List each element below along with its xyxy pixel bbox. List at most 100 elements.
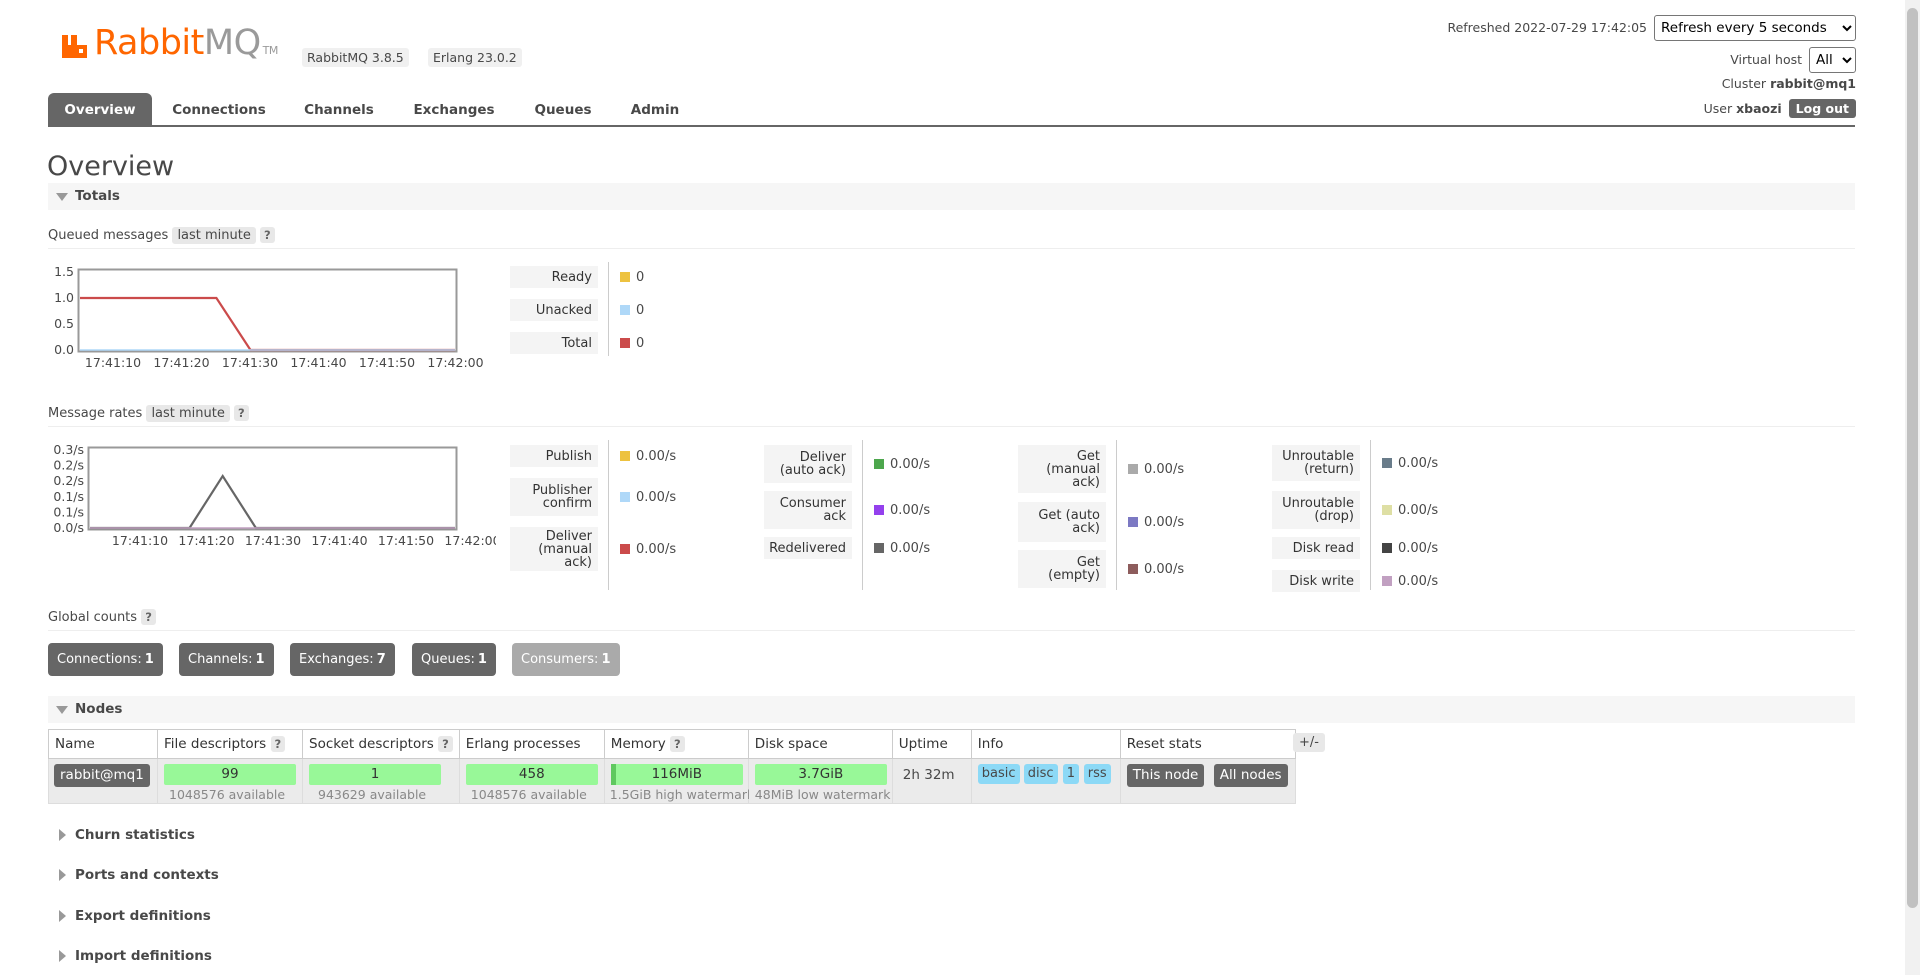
legend-value-text: 0.00/s: [636, 541, 677, 557]
legend-value-text: 0: [636, 335, 645, 351]
legend-value-text: 0.00/s: [1144, 561, 1185, 577]
y-tick-label: 0.0: [54, 342, 74, 357]
legend-separator: [1116, 440, 1117, 590]
refresh-interval-select[interactable]: Refresh every 5 seconds: [1654, 15, 1856, 41]
legend-value-text: 0.00/s: [1398, 502, 1439, 518]
reset-this-node-button[interactable]: This node: [1126, 764, 1205, 787]
user-row: User xbaozi Log out: [1704, 99, 1856, 118]
info-tag-1[interactable]: 1: [1062, 764, 1080, 784]
queued-range-selector[interactable]: last minute: [172, 227, 256, 244]
collapsed-triangle-icon: [59, 910, 66, 922]
legend-value-redelivered: 0.00/s: [874, 537, 930, 559]
cluster-label: Cluster: [1721, 76, 1767, 91]
memory-cell: 116MiB 1.5GiB high watermark: [603, 758, 754, 804]
col-reset-stats[interactable]: Reset stats: [1119, 729, 1296, 759]
legend-value-deliver-manual-ack: 0.00/s: [620, 527, 676, 571]
legend-swatch: [620, 544, 630, 554]
export-definitions-section[interactable]: Export definitions: [48, 905, 448, 927]
socket-descriptors-available: 943629 available: [318, 787, 427, 802]
logout-button[interactable]: Log out: [1788, 99, 1856, 118]
churn-statistics-section[interactable]: Churn statistics: [48, 824, 448, 846]
info-tag-disc[interactable]: disc: [1023, 764, 1058, 784]
col-name[interactable]: Name: [48, 729, 158, 759]
x-tick-label: 17:41:30: [245, 533, 301, 548]
legend-label-unroutable-drop: Unroutable (drop): [1272, 491, 1360, 529]
file-descriptors-cell: 99 1048576 available: [157, 758, 303, 804]
legend-value-disk-read: 0.00/s: [1382, 537, 1438, 559]
disk-low-watermark: 48MiB low watermark: [754, 787, 891, 802]
info-tag-rss[interactable]: rss: [1083, 764, 1111, 784]
channels-count-button[interactable]: Channels: 1: [179, 643, 274, 676]
queued-messages-title: Queued messages last minute ?: [48, 227, 275, 244]
x-tick-label: 17:41:30: [222, 355, 278, 370]
version-tag: RabbitMQ 3.8.5: [302, 48, 409, 67]
memory-high-watermark: 1.5GiB high watermark: [609, 787, 755, 802]
col-erlang-processes[interactable]: Erlang processes: [458, 729, 605, 759]
refreshed-timestamp: Refreshed 2022-07-29 17:42:05: [1447, 20, 1648, 35]
page-title: Overview: [47, 151, 175, 182]
import-definitions-section[interactable]: Import definitions: [48, 945, 448, 967]
erlang-version-tag: Erlang 23.0.2: [428, 48, 522, 67]
tab-exchanges[interactable]: Exchanges: [402, 93, 506, 125]
message-rates-chart: 0.3/s0.2/s0.2/s0.1/s0.1/s0.0/s 17:41:10 1…: [53, 442, 496, 548]
socket-descriptors-help-icon[interactable]: ?: [438, 736, 453, 752]
tab-overview[interactable]: Overview: [48, 93, 152, 125]
queued-help-icon[interactable]: ?: [260, 227, 275, 243]
ports-contexts-section[interactable]: Ports and contexts: [48, 864, 448, 886]
tab-admin[interactable]: Admin: [618, 93, 692, 125]
legend-label-ready: Ready: [510, 266, 598, 288]
disk-space-cell: 3.7GiB 48MiB low watermark: [747, 758, 893, 804]
rates-range-selector[interactable]: last minute: [146, 405, 230, 422]
info-cell: basic disc 1 rss: [970, 758, 1121, 804]
legend-value-get-auto-ack: 0.00/s: [1128, 502, 1184, 542]
legend-separator: [862, 440, 863, 590]
tab-channels[interactable]: Channels: [292, 93, 386, 125]
message-rates-title: Message rates last minute ?: [48, 405, 249, 422]
nodes-section-header[interactable]: Nodes: [48, 696, 1855, 723]
legend-value-ready: 0: [620, 266, 644, 288]
connections-count-button[interactable]: Connections: 1: [48, 643, 163, 676]
info-tag-basic[interactable]: basic: [977, 764, 1020, 784]
uptime-cell: 2h 32m: [891, 758, 972, 804]
legend-value-unacked: 0: [620, 299, 644, 321]
memory-help-icon[interactable]: ?: [670, 736, 685, 752]
chart-plot-area: [77, 268, 458, 353]
tab-queues[interactable]: Queues: [522, 93, 604, 125]
expanded-triangle-icon: [56, 706, 68, 714]
col-uptime[interactable]: Uptime: [891, 729, 972, 759]
collapsed-triangle-icon: [59, 869, 66, 881]
legend-swatch: [874, 459, 884, 469]
legend-swatch: [620, 451, 630, 461]
refresh-row: Refreshed 2022-07-29 17:42:05 Refresh ev…: [1447, 15, 1856, 41]
ports-contexts-label: Ports and contexts: [75, 867, 219, 883]
rates-help-icon[interactable]: ?: [234, 405, 249, 421]
queues-count-button[interactable]: Queues: 1: [412, 643, 496, 676]
legend-label-get-auto-ack: Get (auto ack): [1018, 502, 1106, 542]
col-memory[interactable]: Memory ?: [603, 729, 749, 759]
cluster-name: rabbit@mq1: [1770, 76, 1856, 91]
col-socket-descriptors[interactable]: Socket descriptors ?: [302, 729, 460, 759]
col-info[interactable]: Info: [970, 729, 1121, 759]
col-disk-space[interactable]: Disk space: [747, 729, 893, 759]
legend-swatch: [1128, 517, 1138, 527]
global-counts-help-icon[interactable]: ?: [141, 609, 156, 625]
legend-label-get-manual-ack: Get (manual ack): [1018, 445, 1106, 493]
tab-connections[interactable]: Connections: [164, 93, 274, 125]
reset-all-nodes-button[interactable]: All nodes: [1213, 764, 1288, 787]
exchanges-count-button[interactable]: Exchanges: 7: [290, 643, 395, 676]
file-descriptors-help-icon[interactable]: ?: [270, 736, 286, 752]
totals-section-header[interactable]: Totals: [48, 183, 1855, 210]
scrollbar-thumb[interactable]: [1907, 8, 1918, 908]
vhost-select[interactable]: All: [1809, 47, 1856, 73]
erlang-processes-available: 1048576 available: [470, 787, 587, 802]
legend-value-text: 0.00/s: [636, 489, 677, 505]
col-file-descriptors[interactable]: File descriptors ?: [157, 729, 303, 759]
consumers-count-button[interactable]: Consumers: 1: [512, 643, 620, 676]
erlang-processes-bar: 458: [465, 764, 598, 785]
legend-swatch: [1128, 464, 1138, 474]
collapsed-triangle-icon: [59, 950, 66, 962]
tab-underline: [48, 125, 1855, 127]
node-name-link[interactable]: rabbit@mq1: [54, 764, 150, 787]
legend-swatch: [1382, 505, 1392, 515]
column-toggle-button[interactable]: +/-: [1293, 733, 1325, 752]
